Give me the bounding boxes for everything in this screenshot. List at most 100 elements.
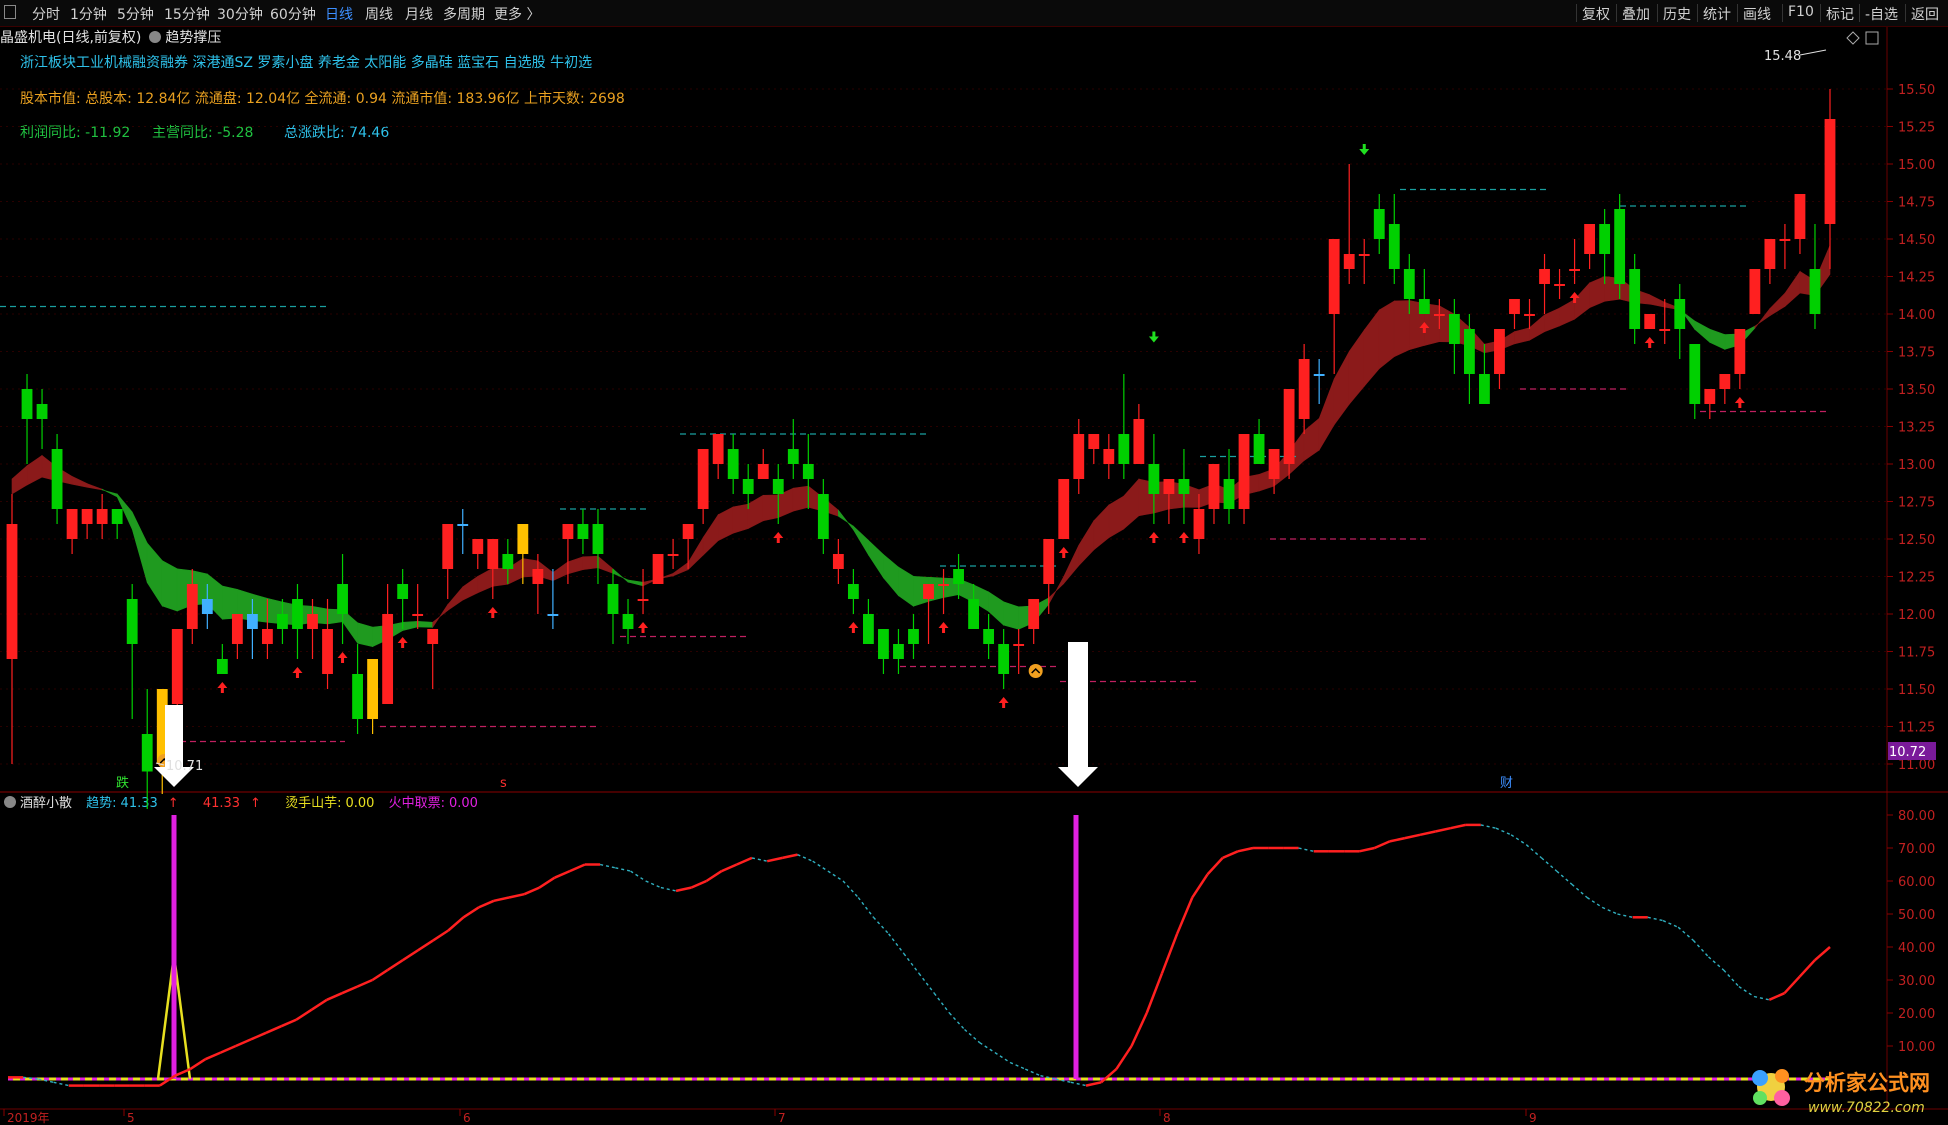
trend-band-segment [868,539,884,579]
candle-body [1358,254,1370,256]
main-indicator-name[interactable]: 趋势撑压 [165,30,221,46]
toolbar-button-5[interactable]: F10 [1788,4,1814,20]
period-tab-10[interactable]: 更多 〉 [494,4,540,24]
candle-body [111,509,123,524]
toolbar-button-0[interactable]: 复权 [1582,4,1610,24]
date-label: 8 [1163,1111,1171,1125]
up-arrow-icon [638,622,649,628]
toolbar-button-7[interactable]: -自选 [1865,4,1898,24]
toolbar-button-8[interactable]: 返回 [1911,4,1939,24]
trend-band-segment [1814,245,1831,297]
price-axis-label: 13.25 [1898,421,1935,436]
indicator-toggle-icon[interactable] [4,796,16,808]
candle-body [1569,269,1580,271]
trend-line-segment [1798,959,1816,978]
candle-body [201,599,213,614]
trend-label: 趋势: [86,796,117,811]
candle-body [923,584,934,599]
trend-line-segment [189,1058,207,1071]
period-tab-0[interactable]: 分时 [32,4,60,24]
trend-band-segment [522,558,539,578]
trend-band-segment [387,621,403,640]
toolbar-button-2[interactable]: 历史 [1663,4,1691,24]
candle-body [367,659,379,719]
candle-body [412,614,424,616]
toolbar-button-6[interactable]: 标记 [1826,4,1854,24]
toolbar-button-4[interactable]: 画线 [1743,4,1771,24]
trend-line-segment [1525,844,1542,859]
trend-band-segment [402,621,418,631]
trend-line-segment [326,992,343,1001]
candle-body [1779,239,1791,241]
trend-line-segment [265,1025,282,1034]
period-tab-7[interactable]: 周线 [365,4,393,24]
indicator-axis-label: 80.00 [1898,809,1935,824]
toolbar-button-1[interactable]: 叠加 [1622,4,1650,24]
candle-body [622,614,634,629]
trend-band-segment [1619,277,1635,304]
trend-line-segment [690,879,707,889]
trend-band-segment [1634,288,1651,305]
period-tab-4[interactable]: 30分钟 [217,4,263,24]
window-icon[interactable] [4,5,16,19]
watermark-logo [1752,1069,1790,1106]
trend-band-segment [1168,481,1185,510]
period-tab-6[interactable]: 日线 [325,4,353,24]
trend-band-segment [282,601,298,626]
indicator-header: 酒醉小散 趋势: 41.33 ↑ 41.33 ↑ 烫手山芋: 0.00 火中取票: 0.0… [0,792,488,811]
indicator-icon[interactable] [149,31,162,43]
candle-body [607,584,619,614]
trend-band-segment [146,542,163,607]
candle-body [787,449,799,464]
trend-line-segment [386,959,404,972]
trend-band-segment [823,497,839,517]
buy-signal-chevron [1031,667,1041,674]
toolbar-separator [1782,4,1783,22]
trend-band-segment [1138,478,1155,517]
candle-body [863,614,874,644]
candle-body [592,524,604,554]
trend-band-segment [928,576,944,602]
price-axis-label: 13.50 [1898,383,1935,398]
trend-line-segment [766,856,783,863]
trend-band-segment [1664,301,1681,311]
trend-band-segment [1469,326,1485,354]
sub-indicator-name[interactable]: 酒醉小散 [20,796,72,811]
period-tab-9[interactable]: 多周期 [443,4,485,24]
trend-band-segment [537,560,554,582]
period-tab-2[interactable]: 5分钟 [117,4,154,24]
trend-band-segment [612,568,629,583]
period-tab-8[interactable]: 月线 [405,4,433,24]
trend-band-segment [462,575,479,601]
candle-body [983,629,995,644]
up-arrow-icon [998,697,1009,703]
maximize-icon[interactable] [1865,31,1879,45]
toolbar-separator [1616,4,1617,22]
up-arrow-stem [942,628,946,633]
period-tab-5[interactable]: 60分钟 [270,4,316,24]
candle-body [277,614,288,629]
up-arrow-stem [295,673,299,678]
up-arrow-icon [487,607,498,613]
period-tab-3[interactable]: 15分钟 [164,4,210,24]
candle-body [817,494,829,539]
toolbar-button-3[interactable]: 统计 [1703,4,1731,24]
candle-body [1479,374,1490,404]
trend-line-segment [1617,913,1633,918]
up-arrow-stem [641,628,645,633]
trend-line-segment [1222,850,1239,860]
trend-line-segment [736,856,753,866]
kline-chart[interactable]: 15.50 15.25 15.00 14.75 14.50 14.25 14.00 13.75… [0,0,1948,1125]
candle-body [1148,464,1160,494]
candle-body [1043,539,1055,584]
candle-body [908,629,919,644]
trend-band-segment [1574,282,1590,320]
candle-body [81,509,93,524]
trend-band-segment [1063,545,1080,585]
candle-body [36,404,48,419]
diamond-icon[interactable] [1846,31,1860,45]
toolbar-separator [1905,4,1906,22]
period-tab-1[interactable]: 1分钟 [70,4,107,24]
trend-band-segment [357,622,373,648]
price-axis-label: 11.00 [1898,758,1935,773]
